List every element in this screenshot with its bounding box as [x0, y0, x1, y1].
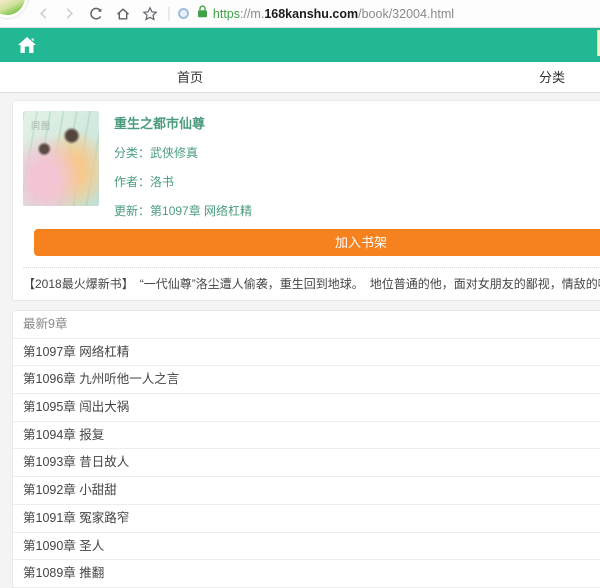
add-to-shelf-button[interactable]: 加入书架 [34, 229, 600, 256]
book-update-line: 更新：第1097章 网络杠精 [114, 202, 252, 219]
chapter-link[interactable]: 第1097章 网络杠精 [13, 339, 600, 367]
chapter-link[interactable]: 第1093章 昔日故人 [13, 449, 600, 477]
address-bar[interactable]: https://m.168kanshu.com/book/32004.html [213, 7, 454, 21]
chapter-link[interactable]: 第1091章 冤家路窄 [13, 505, 600, 533]
author-value[interactable]: 洛书 [150, 175, 174, 189]
cover-watermark: 同图 [31, 119, 51, 132]
chapter-link[interactable]: 第1095章 闯出大祸 [13, 394, 600, 422]
author-label: 作者： [114, 175, 150, 189]
site-header [0, 28, 600, 62]
url-domain: 168kanshu.com [264, 7, 358, 21]
book-card: 同图 重生之都市仙尊 分类：武侠修真 作者：洛书 更新：第1097章 网络杠精 … [12, 100, 600, 301]
category-label: 分类： [114, 146, 150, 160]
tab-categories[interactable]: 分类 [492, 62, 600, 93]
browser-nav-buttons [36, 6, 158, 22]
book-author-line: 作者：洛书 [114, 173, 252, 190]
browser-toolbar: | https://m.168kanshu.com/book/32004.htm… [0, 0, 600, 28]
latest-chapter-link[interactable]: 第1097章 网络杠精 [150, 204, 252, 218]
chapter-list-card: 最新9章 第1097章 网络杠精 第1096章 九州听他一人之言 第1095章 … [12, 310, 600, 588]
chapter-link[interactable]: 第1096章 九州听他一人之言 [13, 366, 600, 394]
chapter-link[interactable]: 第1089章 推翻 [13, 560, 600, 588]
chapter-link[interactable]: 第1090章 圣人 [13, 533, 600, 561]
site-permission-icon[interactable] [178, 8, 189, 19]
book-info: 同图 重生之都市仙尊 分类：武侠修真 作者：洛书 更新：第1097章 网络杠精 [23, 111, 600, 219]
tab-bar: 首页 分类 [0, 62, 600, 93]
chapter-list-header: 最新9章 [13, 311, 600, 339]
book-meta: 重生之都市仙尊 分类：武侠修真 作者：洛书 更新：第1097章 网络杠精 [114, 111, 252, 219]
chapter-link[interactable]: 第1092章 小甜甜 [13, 477, 600, 505]
update-label: 更新： [114, 204, 150, 218]
page-viewport: 首页 分类 同图 重生之都市仙尊 分类：武侠修真 作者：洛书 更新：第1097章… [0, 28, 600, 588]
chapter-link[interactable]: 第1094章 报复 [13, 422, 600, 450]
bookmark-star-icon[interactable] [142, 6, 158, 22]
back-icon[interactable] [36, 6, 51, 21]
category-value[interactable]: 武侠修真 [150, 146, 198, 160]
url-separator: ://m. [240, 7, 264, 21]
dotted-divider [23, 267, 600, 268]
toolbar-divider: | [167, 5, 171, 22]
url-scheme: https [213, 7, 240, 21]
book-title: 重生之都市仙尊 [114, 113, 252, 132]
site-home-icon[interactable] [17, 36, 37, 54]
tab-homepage[interactable]: 首页 [130, 62, 250, 93]
book-category-line: 分类：武侠修真 [114, 144, 252, 161]
mobile-page: 首页 分类 同图 重生之都市仙尊 分类：武侠修真 作者：洛书 更新：第1097章… [0, 28, 600, 588]
book-cover-image[interactable]: 同图 [23, 111, 99, 206]
url-path: /book/32004.html [358, 7, 454, 21]
home-icon[interactable] [115, 6, 131, 22]
forward-icon[interactable] [62, 6, 77, 21]
secure-lock-icon[interactable] [197, 5, 208, 23]
browser-profile-avatar[interactable] [0, 0, 28, 18]
book-description: 【2018最火爆新书】 “一代仙尊”洛尘遭人偷袭，重生回到地球。 地位普通的他，… [23, 275, 600, 292]
reload-icon[interactable] [88, 6, 104, 22]
